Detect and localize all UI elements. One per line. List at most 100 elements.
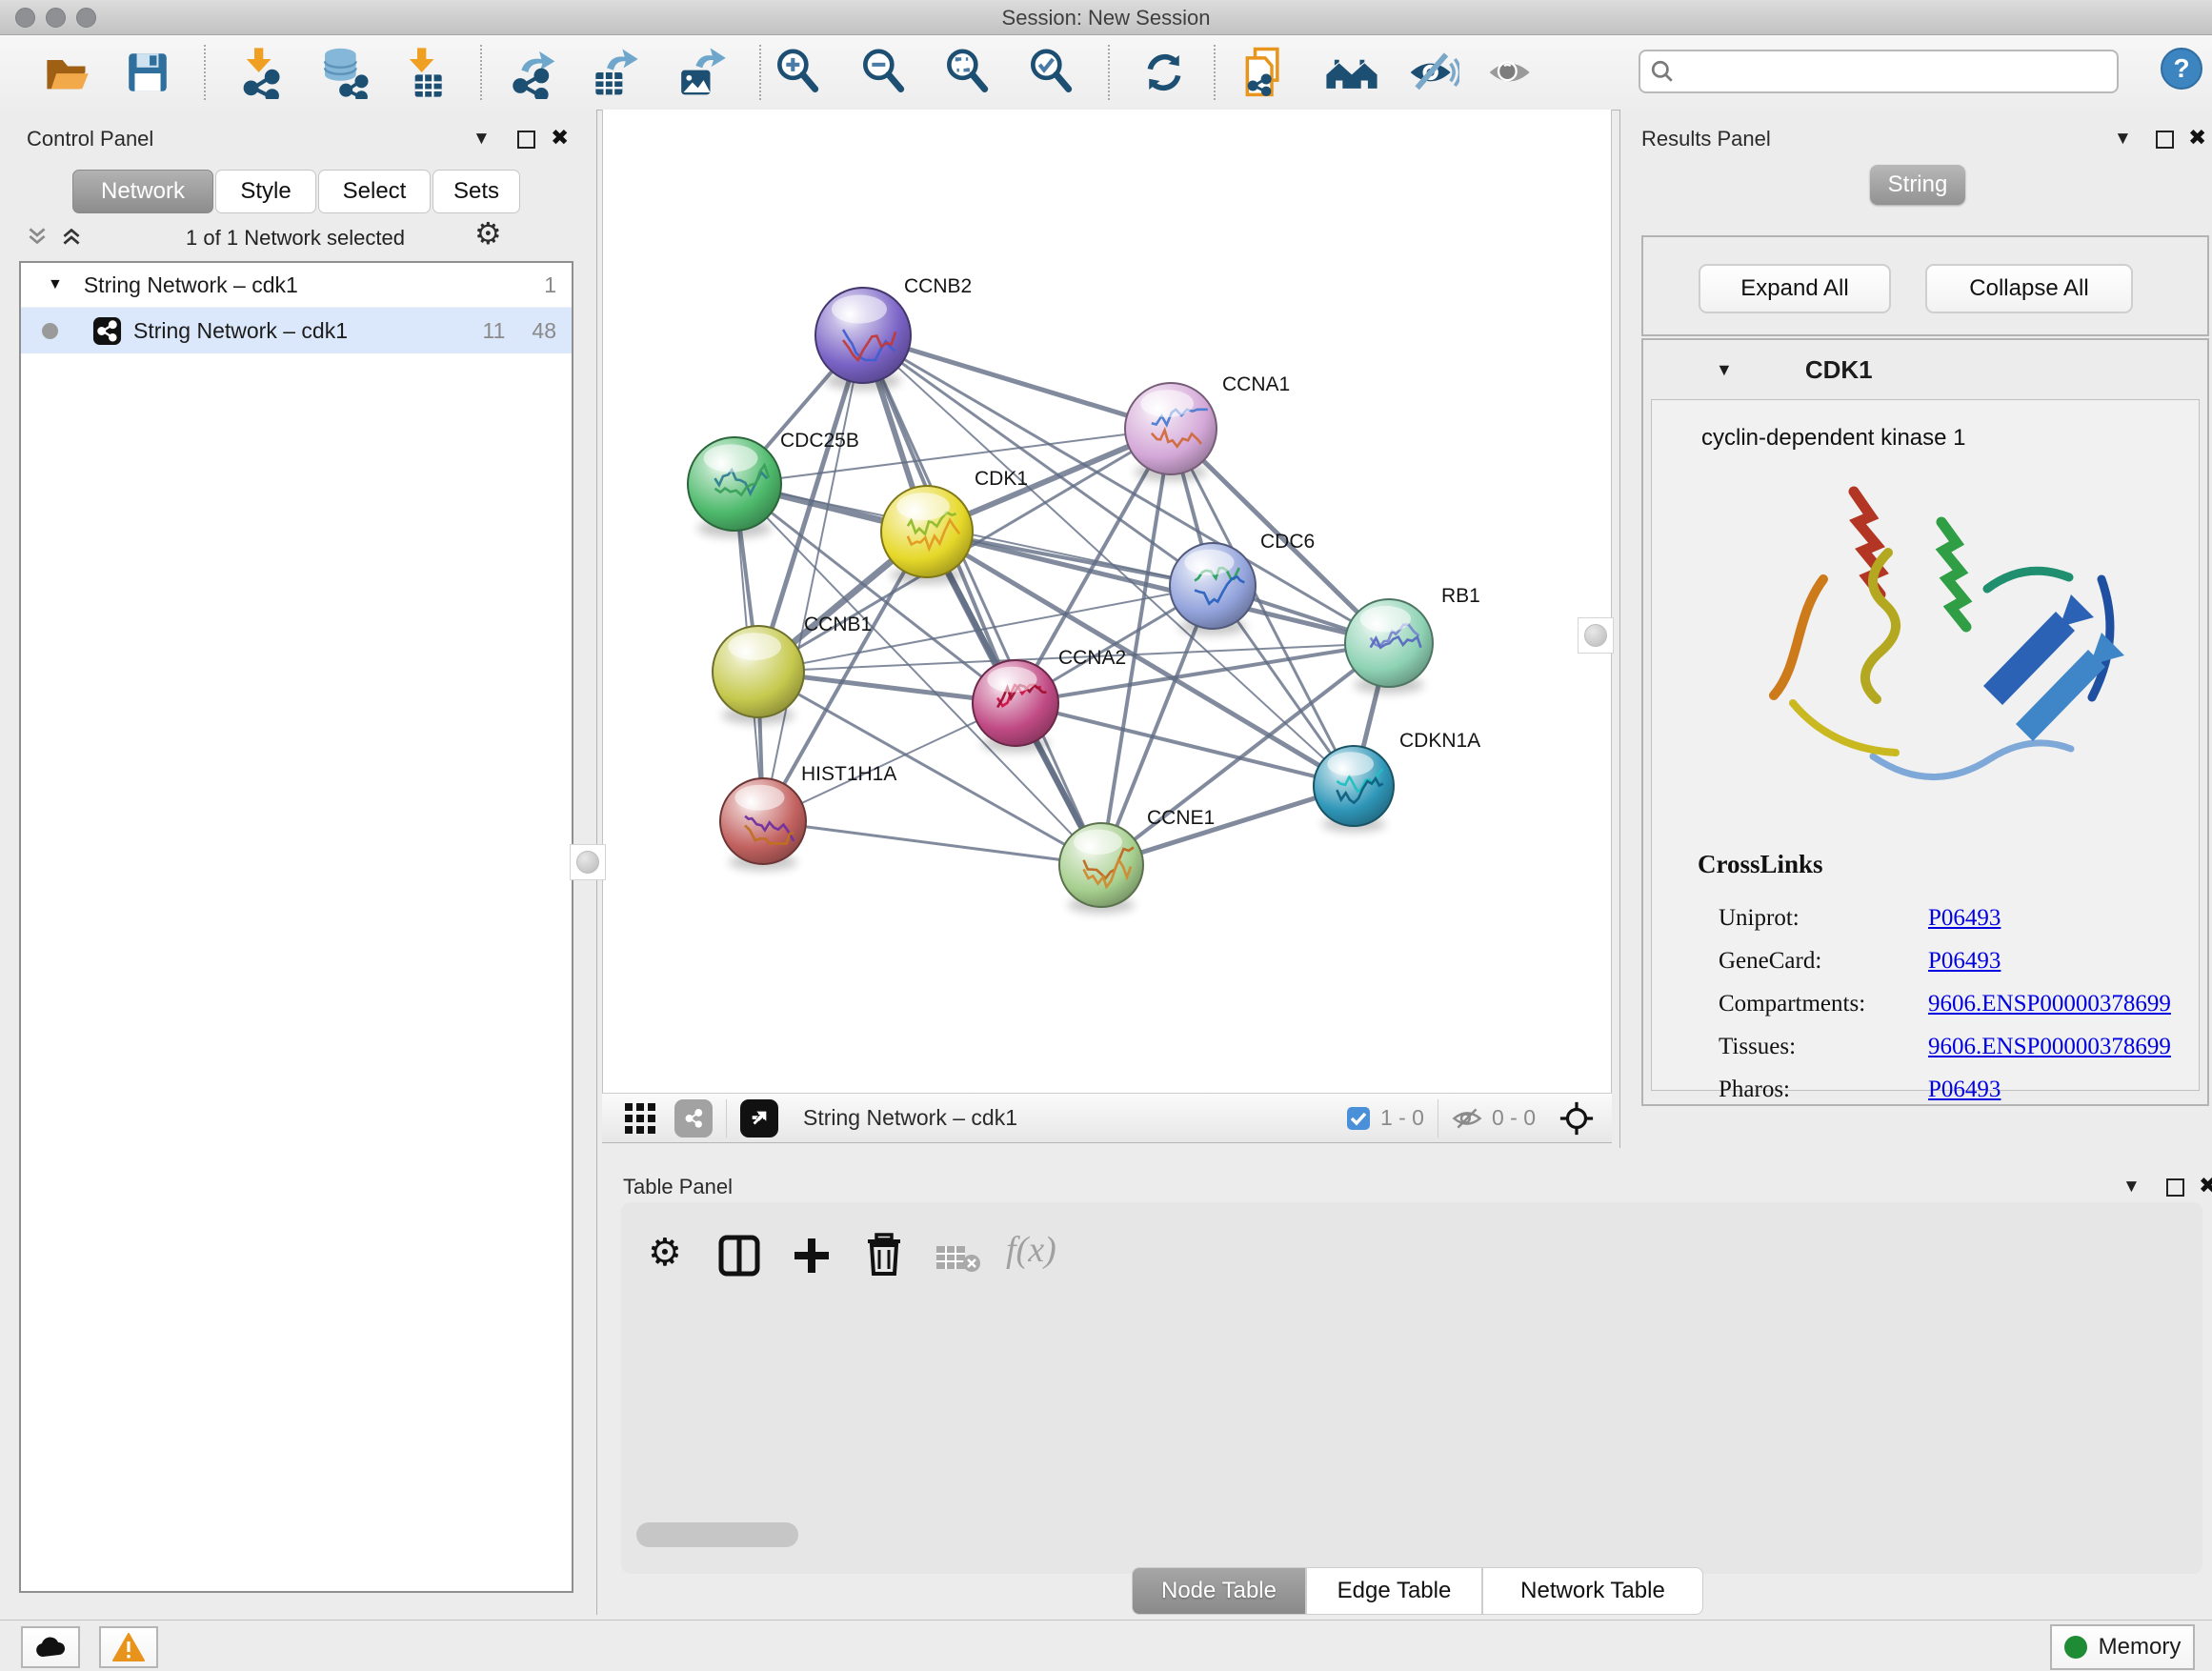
search-box[interactable] bbox=[1639, 50, 2119, 93]
export-image-button[interactable] bbox=[669, 41, 732, 104]
homes-icon bbox=[1324, 45, 1379, 100]
import-table-button[interactable] bbox=[392, 41, 455, 104]
collapse-arrow-icon[interactable]: ▼ bbox=[48, 276, 63, 293]
protein-structure-image bbox=[1701, 465, 2149, 817]
warnings-button[interactable] bbox=[99, 1626, 158, 1668]
tab-edge-table[interactable]: Edge Table bbox=[1306, 1567, 1482, 1615]
crosslink-link[interactable]: P06493 bbox=[1928, 905, 2001, 932]
network-collection-row[interactable]: ▼ String Network – cdk1 1 bbox=[21, 263, 572, 308]
float-panel-icon[interactable]: ▼ bbox=[2122, 1177, 2141, 1198]
node-label: CCNE1 bbox=[1147, 807, 1215, 829]
save-icon bbox=[124, 49, 171, 96]
table-gear-icon[interactable]: ⚙ bbox=[648, 1231, 682, 1275]
float-panel-icon[interactable]: ▼ bbox=[473, 129, 491, 150]
maximize-panel-icon[interactable] bbox=[517, 131, 535, 149]
home-button[interactable] bbox=[1320, 41, 1383, 104]
network-view-canvas[interactable]: CCNB2CCNA1CDC25BCDK1CDC6RB1CCNB1CCNA2CDK… bbox=[602, 110, 1612, 1093]
cloud-status-button[interactable] bbox=[21, 1626, 80, 1668]
import-network-button[interactable] bbox=[230, 41, 292, 104]
crosshair-icon[interactable] bbox=[1558, 1100, 1595, 1137]
import-network-icon bbox=[234, 46, 288, 99]
save-session-button[interactable] bbox=[116, 41, 179, 104]
edge-count: 48 bbox=[532, 318, 556, 344]
memory-status-dot bbox=[2064, 1636, 2087, 1659]
left-splitter-handle[interactable] bbox=[570, 844, 606, 880]
zoom-fit-button[interactable] bbox=[935, 41, 998, 104]
table-panel-title: Table Panel bbox=[623, 1175, 733, 1199]
zoom-out-button[interactable] bbox=[852, 41, 915, 104]
memory-button[interactable]: Memory bbox=[2050, 1624, 2195, 1670]
refresh-button[interactable] bbox=[1133, 41, 1196, 104]
network-row-selected[interactable]: String Network – cdk1 11 48 bbox=[21, 308, 572, 353]
node-label: CCNB2 bbox=[904, 275, 972, 297]
tab-select[interactable]: Select bbox=[318, 170, 431, 213]
network-node-cdc6[interactable] bbox=[1170, 543, 1256, 635]
toolbar-separator bbox=[204, 45, 206, 100]
add-column-icon[interactable] bbox=[791, 1235, 833, 1277]
maximize-panel-icon[interactable] bbox=[2166, 1178, 2184, 1197]
zoom-in-button[interactable] bbox=[766, 41, 829, 104]
eye-icon bbox=[1485, 46, 1538, 99]
close-panel-icon[interactable]: ✖ bbox=[2199, 1173, 2212, 1198]
tab-network-table[interactable]: Network Table bbox=[1482, 1567, 1703, 1615]
columns-icon[interactable] bbox=[718, 1235, 760, 1277]
zoom-selected-button[interactable] bbox=[1019, 41, 1082, 104]
search-input[interactable] bbox=[1682, 58, 2117, 85]
protein-section-header[interactable]: ▼ CDK1 bbox=[1643, 340, 2207, 399]
node-label: CDK1 bbox=[975, 468, 1028, 490]
network-tree: ▼ String Network – cdk1 1 String Network… bbox=[19, 261, 573, 1593]
open-file-button[interactable] bbox=[35, 41, 98, 104]
close-panel-icon[interactable]: ✖ bbox=[2188, 125, 2206, 151]
tab-node-table[interactable]: Node Table bbox=[1132, 1567, 1306, 1615]
tab-string[interactable]: String bbox=[1870, 165, 1965, 205]
node-label: CDC25B bbox=[780, 430, 859, 452]
grid-mode-icon[interactable] bbox=[623, 1101, 657, 1136]
tab-network[interactable]: Network bbox=[72, 170, 213, 213]
refresh-icon bbox=[1138, 47, 1190, 98]
crosslink-label: Tissues: bbox=[1719, 1034, 1928, 1060]
import-database-button[interactable] bbox=[313, 41, 376, 104]
network-node-hist1h1a[interactable] bbox=[720, 778, 806, 871]
network-edge[interactable] bbox=[763, 335, 863, 821]
expand-all-button[interactable]: Expand All bbox=[1699, 264, 1891, 313]
network-node-ccna1[interactable] bbox=[1125, 383, 1217, 481]
hidden-eye-icon[interactable] bbox=[1452, 1106, 1482, 1131]
crosslink-link[interactable]: 9606.ENSP00000378699 bbox=[1928, 1034, 2171, 1060]
crosslink-link[interactable]: P06493 bbox=[1928, 1077, 2001, 1103]
network-label: String Network – cdk1 bbox=[133, 318, 348, 344]
network-node-ccne1[interactable] bbox=[1059, 823, 1143, 914]
close-panel-icon[interactable]: ✖ bbox=[551, 125, 569, 151]
network-node-cdc25b[interactable] bbox=[688, 437, 781, 537]
tab-sets[interactable]: Sets bbox=[432, 170, 520, 213]
maximize-panel-icon[interactable] bbox=[2156, 131, 2174, 149]
string-copy-network-button[interactable] bbox=[1234, 41, 1297, 104]
birds-eye-view-icon[interactable] bbox=[740, 1099, 778, 1137]
delete-column-icon[interactable] bbox=[863, 1233, 905, 1277]
crosslink-link[interactable]: P06493 bbox=[1928, 948, 2001, 975]
right-splitter-handle[interactable] bbox=[1578, 617, 1614, 654]
horizontal-scrollbar-thumb[interactable] bbox=[636, 1522, 798, 1547]
toolbar-separator bbox=[1108, 45, 1110, 100]
float-panel-icon[interactable]: ▼ bbox=[2114, 129, 2132, 150]
network-node-rb1[interactable] bbox=[1345, 599, 1433, 694]
share-view-icon[interactable] bbox=[674, 1099, 713, 1137]
export-network-button[interactable] bbox=[501, 41, 564, 104]
network-edge[interactable] bbox=[863, 335, 1101, 865]
protein-description: cyclin-dependent kinase 1 bbox=[1652, 400, 2199, 452]
show-panels-button[interactable] bbox=[1480, 41, 1543, 104]
crosslink-link[interactable]: 9606.ENSP00000378699 bbox=[1928, 991, 2171, 1017]
network-node-ccnb1[interactable] bbox=[713, 626, 804, 724]
selected-checkbox-icon[interactable] bbox=[1346, 1106, 1371, 1131]
network-node-cdkn1a[interactable] bbox=[1314, 746, 1394, 832]
gear-icon[interactable]: ⚙ bbox=[474, 215, 502, 252]
hide-panels-button[interactable] bbox=[1401, 41, 1464, 104]
collapse-all-button[interactable]: Collapse All bbox=[1925, 264, 2133, 313]
network-edge[interactable] bbox=[763, 821, 1101, 865]
export-table-button[interactable] bbox=[582, 41, 645, 104]
network-collection-label: String Network – cdk1 bbox=[84, 272, 298, 298]
help-button[interactable]: ? bbox=[2159, 46, 2204, 96]
collapse-arrow-icon[interactable]: ▼ bbox=[1716, 360, 1733, 380]
tab-style[interactable]: Style bbox=[215, 170, 316, 213]
search-icon bbox=[1650, 59, 1675, 84]
import-table-icon bbox=[397, 46, 451, 99]
